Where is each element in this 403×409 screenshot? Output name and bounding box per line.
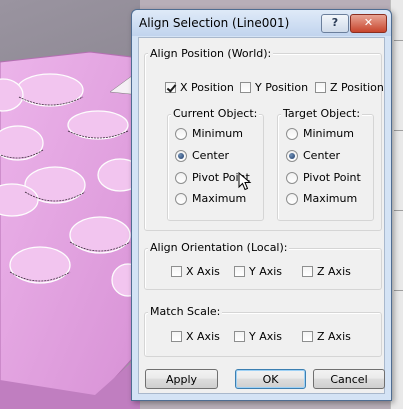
current-pivot-point-radio[interactable] <box>175 172 187 184</box>
target-maximum-radio[interactable] <box>286 193 298 205</box>
z-position-label: Z Position <box>330 81 384 94</box>
dialog-titlebar[interactable]: Align Selection (Line001) ? ✕ <box>132 10 391 36</box>
z-position-checkbox[interactable] <box>315 82 326 93</box>
current-maximum-radio[interactable] <box>175 193 187 205</box>
x-position-checkbox[interactable] <box>165 82 176 93</box>
scale-z-axis-label: Z Axis <box>317 330 351 343</box>
current-center-radio[interactable] <box>175 150 187 162</box>
y-position-label: Y Position <box>255 81 309 94</box>
current-minimum-radio[interactable] <box>175 128 187 140</box>
close-button[interactable]: ✕ <box>350 14 387 33</box>
scale-y-axis-label: Y Axis <box>249 330 283 343</box>
cancel-button[interactable]: Cancel <box>313 369 385 389</box>
ok-button[interactable]: OK <box>235 369 306 389</box>
target-center-radio[interactable] <box>286 150 298 162</box>
orientation-y-axis-checkbox[interactable] <box>234 266 245 277</box>
current-object-label: Current Object: <box>171 107 260 120</box>
target-pivot-point-label: Pivot Point <box>303 171 361 184</box>
scale-x-axis-checkbox[interactable] <box>171 331 182 342</box>
apply-button[interactable]: Apply <box>145 369 218 389</box>
current-minimum-label: Minimum <box>192 127 243 140</box>
target-object-label: Target Object: <box>281 107 363 120</box>
3d-viewport[interactable] <box>0 0 140 409</box>
dialog-title: Align Selection (Line001) <box>139 16 290 30</box>
scale-z-axis-checkbox[interactable] <box>302 331 313 342</box>
target-center-label: Center <box>303 149 341 162</box>
match-scale-label: Match Scale: <box>148 305 223 318</box>
align-position-label: Align Position (World): <box>148 47 274 60</box>
align-selection-dialog: Align Selection (Line001) ? ✕ Align Posi… <box>131 9 392 401</box>
target-pivot-point-radio[interactable] <box>286 172 298 184</box>
mouse-cursor-icon <box>238 172 252 191</box>
orientation-y-axis-label: Y Axis <box>249 265 283 278</box>
application-window: Align Selection (Line001) ? ✕ Align Posi… <box>0 0 403 409</box>
scale-y-axis-checkbox[interactable] <box>234 331 245 342</box>
help-button[interactable]: ? <box>321 14 349 33</box>
target-minimum-radio[interactable] <box>286 128 298 140</box>
orientation-x-axis-checkbox[interactable] <box>171 266 182 277</box>
orientation-x-axis-label: X Axis <box>186 265 220 278</box>
x-position-label: X Position <box>180 81 234 94</box>
target-maximum-label: Maximum <box>303 192 358 205</box>
viewport-scene <box>0 51 140 409</box>
current-center-label: Center <box>192 149 230 162</box>
y-position-checkbox[interactable] <box>240 82 251 93</box>
target-minimum-label: Minimum <box>303 127 354 140</box>
dialog-client-area: Align Position (World): X Position Y Pos… <box>138 37 385 394</box>
orientation-z-axis-checkbox[interactable] <box>302 266 313 277</box>
current-maximum-label: Maximum <box>192 192 247 205</box>
orientation-z-axis-label: Z Axis <box>317 265 351 278</box>
align-orientation-label: Align Orientation (Local): <box>148 241 290 254</box>
scale-x-axis-label: X Axis <box>186 330 220 343</box>
